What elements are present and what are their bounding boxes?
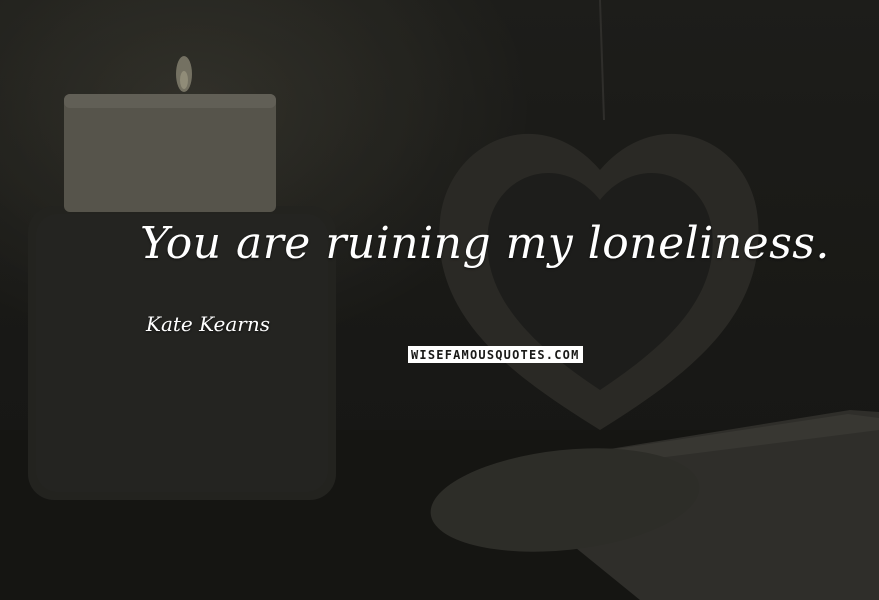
author-name: Kate Kearns <box>146 312 270 336</box>
watermark-logo: WISEFAMOUSQUOTES.COM <box>408 346 583 363</box>
quote-card: You are ruining my loneliness. Kate Kear… <box>0 0 879 600</box>
background-photo <box>0 0 879 600</box>
quote-text: You are ruining my loneliness. <box>140 218 830 269</box>
